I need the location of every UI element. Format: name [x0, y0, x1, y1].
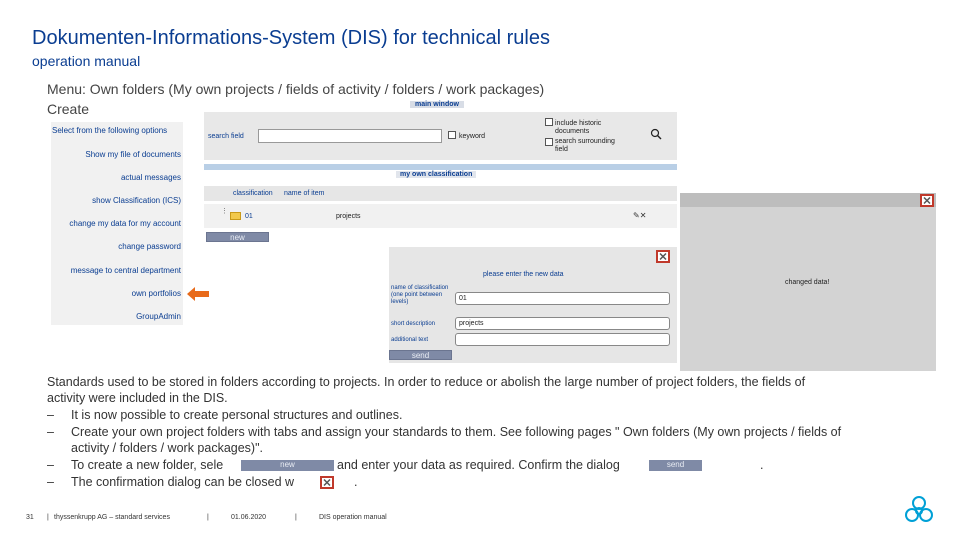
- inline-send-button: send: [649, 460, 702, 471]
- additional-text-label: additional text: [391, 337, 429, 343]
- search-field-label: search field: [208, 133, 244, 140]
- own-classification-title: my own classification: [396, 171, 477, 178]
- inline-new-button: new: [241, 460, 334, 471]
- short-description-label: short description: [391, 321, 436, 327]
- search-surrounding-label: search surrounding field: [555, 138, 615, 153]
- main-window-title: main window: [410, 101, 464, 108]
- additional-text-input[interactable]: [455, 333, 670, 346]
- bullet-dash: –: [47, 425, 54, 439]
- bullet-1: It is now possible to create personal st…: [71, 408, 403, 422]
- column-header-classification: classification: [233, 190, 273, 197]
- column-header-name: name of item: [284, 190, 325, 197]
- bullet-3-part-1: To create a new folder, sele: [71, 458, 224, 472]
- row-actions: ✎✕: [633, 211, 646, 220]
- menu-item-groupadmin[interactable]: GroupAdmin: [136, 312, 181, 321]
- tree-dots-icon: ⋮: [221, 208, 228, 215]
- menu-path-text: Menu: Own folders (My own projects / fie…: [47, 81, 545, 97]
- footer-date: 01.06.2020: [231, 514, 267, 521]
- row-name: projects: [336, 213, 361, 220]
- slide-title: Dokumenten-Informations-System (DIS) for…: [32, 27, 550, 49]
- slide-subtitle: operation manual: [32, 53, 141, 69]
- menu-item-change-account-data[interactable]: change my data for my account: [69, 219, 181, 228]
- new-button[interactable]: new: [206, 232, 269, 242]
- bullet-dash: –: [47, 475, 54, 489]
- footer-company: thyssenkrupp AG – standard services: [54, 514, 170, 521]
- inline-close-icon: [320, 476, 334, 489]
- footer-sep-3: |: [295, 514, 297, 521]
- close-icon[interactable]: [920, 194, 934, 207]
- menu-item-show-documents[interactable]: Show my file of documents: [85, 150, 181, 159]
- menu-item-message-central[interactable]: message to central department: [71, 266, 181, 275]
- footer-sep-2: |: [207, 514, 209, 521]
- divider-stripe: [204, 164, 677, 170]
- confirmation-message: changed data!: [785, 279, 830, 286]
- bullet-2-line-1: Create your own project folders with tab…: [71, 425, 842, 439]
- row-classification: 01: [245, 213, 253, 220]
- menu-item-change-password[interactable]: change password: [118, 242, 181, 251]
- bullet-4-end: .: [354, 475, 358, 489]
- bullet-3-end: .: [760, 458, 764, 472]
- confirmation-titlebar: [680, 193, 936, 207]
- menu-item-actual-messages[interactable]: actual messages: [121, 173, 181, 182]
- footer-doc: DIS operation manual: [319, 514, 387, 521]
- bullet-2-line-2: activity / folders / work packages)".: [71, 441, 264, 455]
- folder-icon[interactable]: [230, 212, 241, 220]
- search-icon[interactable]: [650, 128, 662, 140]
- classification-name-label: name of classification (one point betwee…: [391, 285, 449, 305]
- table-header: [204, 186, 677, 201]
- include-historic-label: include historic documents: [555, 120, 602, 135]
- bullet-4-part-1: The confirmation dialog can be closed w: [71, 475, 295, 489]
- thyssenkrupp-logo-icon: [905, 496, 933, 522]
- bullet-3-part-2: and enter your data as required. Confirm…: [337, 458, 620, 472]
- footer-sep-1: |: [47, 514, 49, 521]
- create-label: Create: [47, 101, 90, 117]
- delete-icon[interactable]: ✕: [640, 211, 647, 220]
- table-row[interactable]: [204, 204, 677, 228]
- menu-item-show-classification[interactable]: show Classification (ICS): [92, 196, 181, 205]
- short-description-input[interactable]: projects: [455, 317, 670, 330]
- arrow-left-icon: [187, 287, 209, 301]
- bullet-dash: –: [47, 408, 54, 422]
- keyword-label: keyword: [459, 133, 486, 140]
- new-data-dialog-title: please enter the new data: [483, 271, 564, 278]
- bullet-dash: –: [47, 458, 54, 472]
- classification-name-input[interactable]: 01: [455, 292, 670, 305]
- page-number: 31: [26, 514, 34, 521]
- paragraph-line-1: Standards used to be stored in folders a…: [47, 375, 806, 389]
- menu-item-own-portfolios[interactable]: own portfolios: [132, 289, 181, 298]
- keyword-checkbox[interactable]: [448, 131, 456, 139]
- menu-header: Select from the following options: [52, 126, 168, 135]
- search-input[interactable]: [258, 129, 442, 143]
- dialog-close-icon[interactable]: [656, 250, 670, 263]
- edit-icon[interactable]: ✎: [633, 211, 640, 220]
- paragraph-line-2: activity were included in the DIS.: [47, 391, 228, 405]
- send-button[interactable]: send: [389, 350, 452, 360]
